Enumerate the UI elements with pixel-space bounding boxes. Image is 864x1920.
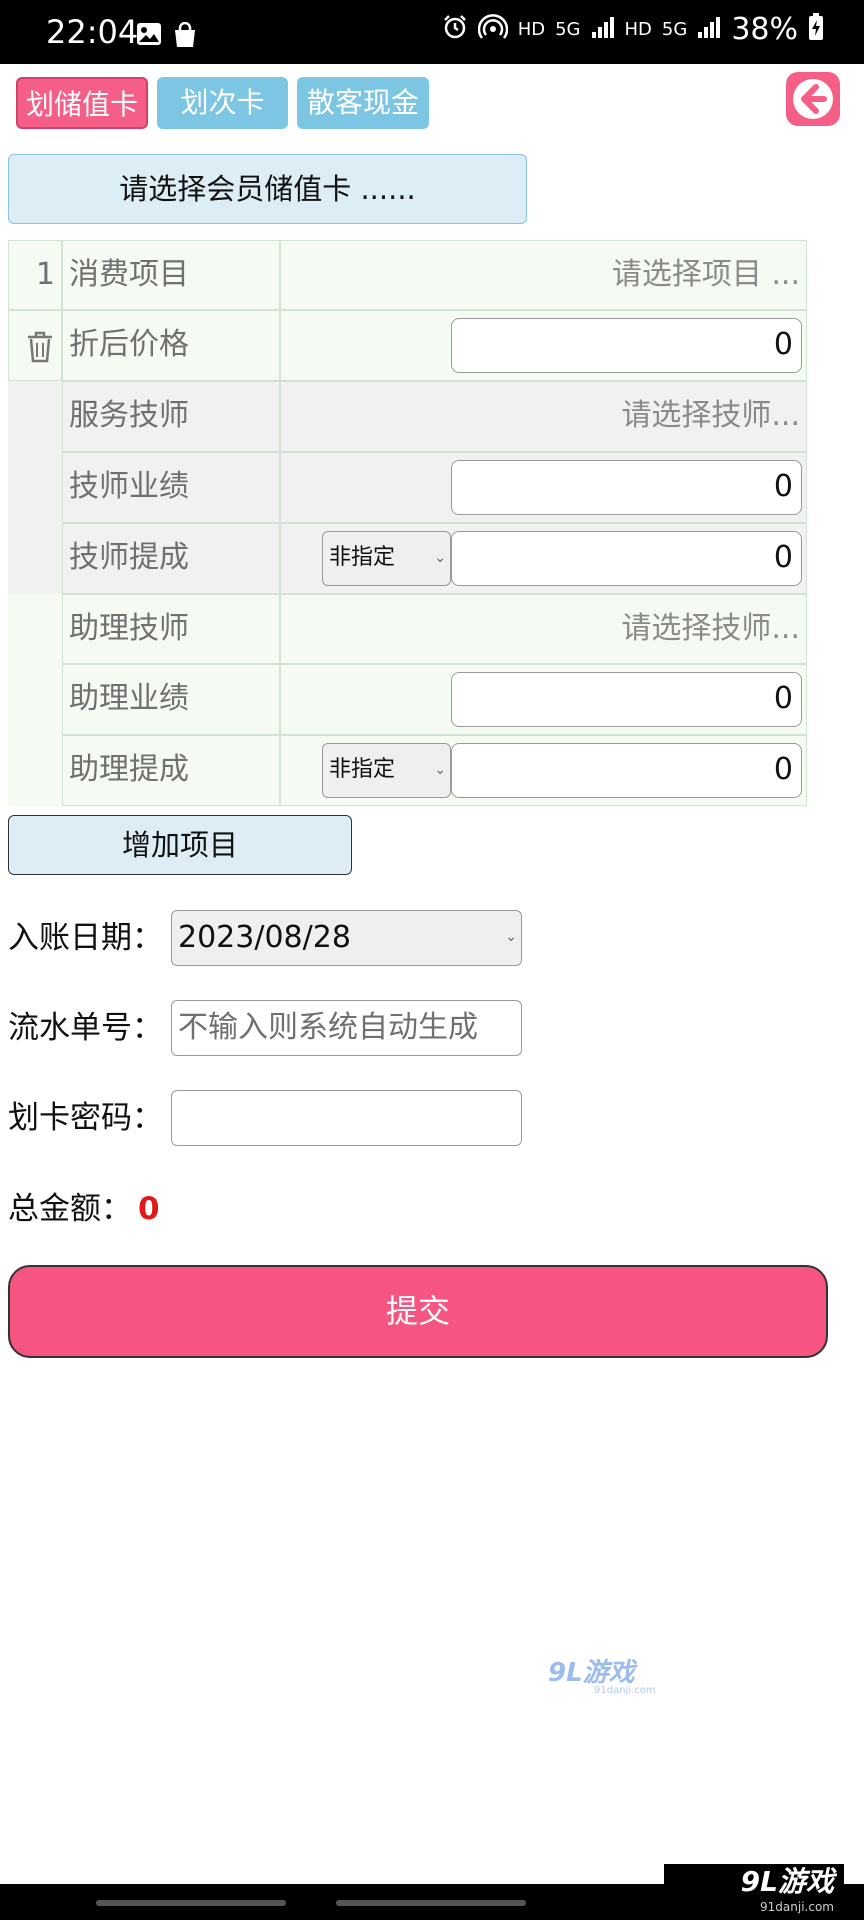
- tech-group-marker: [8, 381, 62, 594]
- gallery-icon: [136, 22, 162, 52]
- assist-performance-label: 助理业绩: [62, 664, 280, 735]
- corner-watermark-url: 91danji.com: [760, 1900, 834, 1914]
- nav-pill: [336, 1900, 526, 1906]
- password-label: 划卡密码：: [8, 1100, 163, 1136]
- chevron-down-icon: ⌄: [505, 929, 517, 945]
- assist-group-marker: [8, 594, 62, 806]
- delete-item-cell[interactable]: [8, 310, 62, 381]
- tech-commission-input[interactable]: 0: [451, 531, 802, 586]
- nav-pill: [96, 1900, 286, 1906]
- project-label: 消费项目: [62, 240, 280, 310]
- arrow-left-icon: [786, 79, 840, 130]
- add-item-button[interactable]: 增加项目: [8, 815, 352, 875]
- date-label: 入账日期：: [8, 920, 163, 956]
- card-password-input[interactable]: [171, 1090, 522, 1146]
- hotspot-icon: [477, 14, 508, 45]
- assist-commission-label: 助理提成: [62, 735, 280, 806]
- tab-walk-in-cash[interactable]: 散客现金: [297, 77, 429, 129]
- corner-watermark: 9L游戏 91danji.com: [664, 1864, 844, 1920]
- date-value: 2023/08/28: [178, 920, 351, 955]
- submit-button[interactable]: 提交: [8, 1265, 828, 1358]
- assist-select[interactable]: 请选择技师...: [280, 594, 807, 664]
- alarm-icon: [442, 14, 468, 45]
- battery-charging-icon: [808, 13, 824, 46]
- project-select[interactable]: 请选择项目 ...: [280, 240, 807, 310]
- network-hd-label: HD: [517, 19, 546, 40]
- serial-label: 流水单号：: [8, 1010, 163, 1046]
- assist-commission-mode-value: 非指定: [329, 757, 396, 782]
- signal-icon-2: [697, 15, 721, 44]
- total-label: 总金额：: [8, 1191, 132, 1227]
- back-button[interactable]: [786, 72, 840, 126]
- price-label: 折后价格: [62, 310, 280, 381]
- tab-count-card[interactable]: 划次卡: [157, 77, 288, 129]
- network-hd-label-2: HD: [624, 19, 652, 40]
- shopping-bag-icon: [172, 21, 198, 52]
- assist-label: 助理技师: [62, 594, 280, 664]
- total-amount: 0: [138, 1191, 160, 1227]
- tech-select[interactable]: 请选择技师...: [280, 381, 807, 452]
- assist-commission-mode-select[interactable]: 非指定 ⌄: [322, 743, 451, 798]
- assist-commission-input[interactable]: 0: [451, 743, 802, 798]
- status-time: 22:04: [46, 13, 139, 51]
- tech-commission-label: 技师提成: [62, 523, 280, 594]
- tech-performance-label: 技师业绩: [62, 452, 280, 523]
- item-index: 1: [8, 240, 62, 310]
- chevron-down-icon: ⌄: [434, 550, 446, 566]
- network-5g-label-2: 5G: [661, 19, 688, 40]
- date-select[interactable]: 2023/08/28 ⌄: [171, 910, 522, 966]
- tech-commission-mode-value: 非指定: [329, 545, 396, 570]
- network-5g-label: 5G: [555, 19, 581, 40]
- price-input[interactable]: 0: [451, 318, 802, 373]
- corner-watermark-logo: 9L游戏: [740, 1865, 834, 1898]
- battery-level: 38%: [731, 12, 798, 47]
- serial-number-placeholder: 不输入则系统自动生成: [178, 1010, 478, 1045]
- assist-performance-input[interactable]: 0: [451, 672, 802, 727]
- watermark-logo-text: 9L游戏: [548, 1658, 635, 1688]
- watermark-logo: 9L游戏 91danji.com: [548, 1652, 656, 1696]
- chevron-down-icon: ⌄: [434, 762, 446, 778]
- watermark-url: 91danji.com: [594, 1685, 656, 1696]
- tab-stored-value-card[interactable]: 划储值卡: [16, 77, 148, 129]
- tech-commission-mode-select[interactable]: 非指定 ⌄: [322, 531, 451, 586]
- status-bar: 22:04 HD 5G HD 5G 38%: [0, 0, 864, 64]
- member-card-select[interactable]: 请选择会员储值卡 ......: [8, 154, 527, 224]
- trash-icon[interactable]: [26, 331, 54, 367]
- tech-performance-input[interactable]: 0: [451, 460, 802, 515]
- tech-label: 服务技师: [62, 381, 280, 452]
- serial-number-input[interactable]: 不输入则系统自动生成: [171, 1000, 522, 1056]
- signal-icon: [591, 15, 615, 44]
